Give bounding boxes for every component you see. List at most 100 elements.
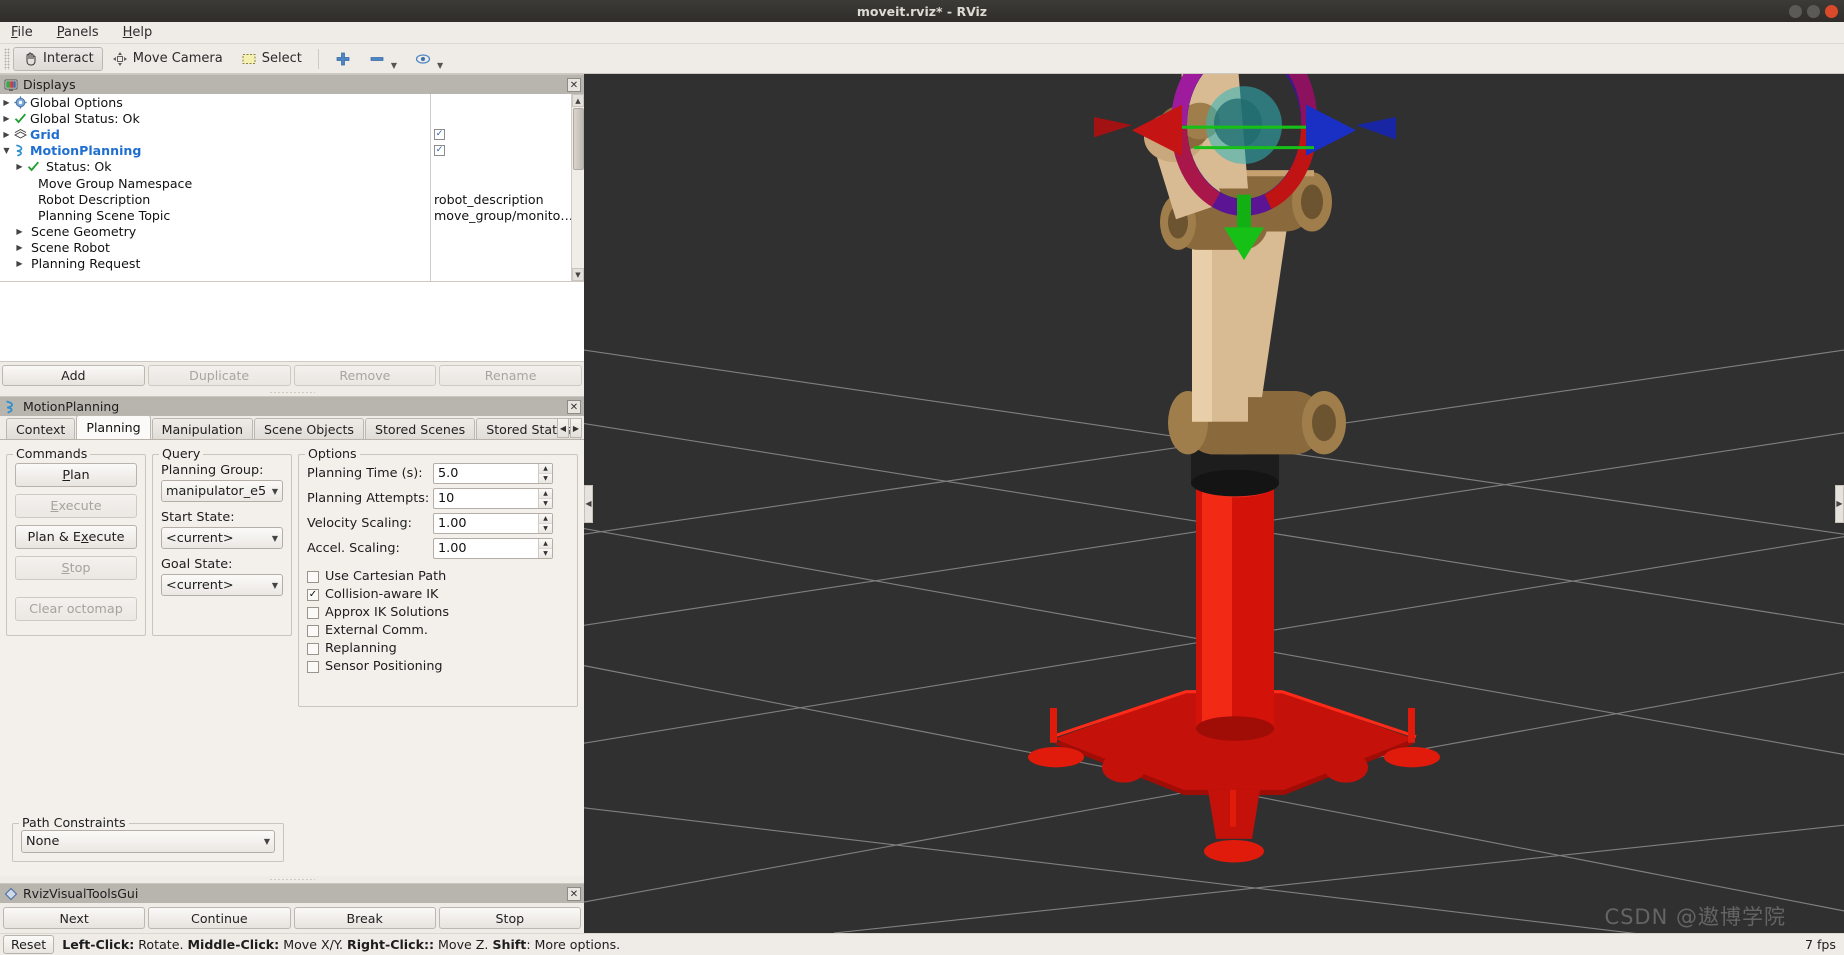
3d-viewport[interactable]: ◀ ▶ CSDN @遨博学院: [584, 74, 1844, 933]
tool-select[interactable]: Select: [232, 47, 311, 71]
tree-row-motionplanning[interactable]: ▼ MotionPlanning: [0, 143, 430, 159]
reset-button[interactable]: Reset: [3, 935, 55, 954]
close-icon[interactable]: ✕: [567, 887, 581, 901]
checkbox-replanning[interactable]: [307, 642, 319, 655]
tree-row-scene-geometry[interactable]: ▶ Scene Geometry: [0, 224, 430, 240]
close-icon[interactable]: ✕: [567, 400, 581, 414]
velocity-scaling-spinner[interactable]: 1.00 ▲ ▼: [433, 513, 553, 534]
spinner-down-icon[interactable]: ▼: [539, 474, 552, 483]
spinner-down-icon[interactable]: ▼: [539, 524, 552, 533]
tool-interact[interactable]: Interact: [13, 46, 103, 71]
execute-button[interactable]: Execute: [15, 494, 137, 518]
minimize-icon[interactable]: [1789, 4, 1802, 18]
use-cartesian-path-row[interactable]: Use Cartesian Path: [307, 569, 569, 584]
displays-tree[interactable]: ▶ Global Options ▶ Global Status: Ok ▶ G…: [0, 94, 584, 282]
rename-button[interactable]: Rename: [439, 365, 582, 386]
menu-file[interactable]: File: [8, 24, 36, 41]
start-state-select[interactable]: <current> ▼: [161, 527, 283, 549]
chevron-right-icon[interactable]: ▶: [13, 227, 26, 236]
dock-splitter[interactable]: [0, 876, 584, 883]
tab-stored-scenes[interactable]: Stored Scenes: [364, 418, 476, 439]
tree-row-global-options[interactable]: ▶ Global Options: [0, 94, 430, 110]
add-button[interactable]: Add: [2, 365, 145, 386]
menu-panels[interactable]: Panels: [54, 24, 102, 41]
checkbox-sensor-positioning[interactable]: [307, 660, 319, 673]
approx-ik-solutions-row[interactable]: Approx IK Solutions: [307, 605, 569, 620]
spinner-up-icon[interactable]: ▲: [539, 489, 552, 499]
goal-state-select[interactable]: <current> ▼: [161, 574, 283, 596]
spinner-up-icon[interactable]: ▲: [539, 464, 552, 474]
interactive-marker[interactable]: [1094, 74, 1396, 261]
plan-button[interactable]: Plan: [15, 463, 137, 487]
tab-scroll-left-icon[interactable]: ◀: [557, 418, 569, 438]
chevron-right-icon[interactable]: ▶: [13, 259, 26, 268]
clear-octomap-button[interactable]: Clear octomap: [15, 597, 137, 621]
chevron-right-icon[interactable]: ▶: [0, 98, 13, 107]
tree-value-robot-description[interactable]: robot_description: [431, 191, 584, 207]
spinner-arrows[interactable]: ▲ ▼: [538, 489, 552, 508]
viewport-collapse-left[interactable]: ◀: [584, 484, 593, 523]
spinner-arrows[interactable]: ▲ ▼: [538, 514, 552, 533]
tree-value-motionplanning-enabled[interactable]: ✓: [431, 143, 584, 159]
remove-button[interactable]: Remove: [293, 365, 437, 386]
sensor-positioning-row[interactable]: Sensor Positioning: [307, 659, 569, 674]
continue-button[interactable]: Continue: [148, 907, 291, 929]
tool-remove[interactable]: ▼: [360, 47, 406, 71]
replanning-row[interactable]: Replanning: [307, 641, 569, 656]
tab-scroll-right-icon[interactable]: ▶: [570, 418, 582, 438]
spinner-up-icon[interactable]: ▲: [539, 514, 552, 524]
toolbar-grip[interactable]: [4, 47, 10, 70]
close-icon[interactable]: [1825, 4, 1838, 18]
chevron-down-icon[interactable]: ▼: [0, 146, 13, 155]
viewport-collapse-right[interactable]: ▶: [1835, 484, 1844, 523]
tree-row-planning-request[interactable]: ▶ Planning Request: [0, 256, 430, 272]
chevron-right-icon[interactable]: ▶: [13, 243, 26, 252]
tree-row-global-status[interactable]: ▶ Global Status: Ok: [0, 110, 430, 126]
chevron-right-icon[interactable]: ▶: [0, 130, 13, 139]
tool-focus-camera[interactable]: ▼: [406, 47, 452, 71]
duplicate-button[interactable]: Duplicate: [147, 365, 291, 386]
spinner-up-icon[interactable]: ▲: [539, 539, 552, 549]
tree-value-planning-scene-topic[interactable]: move_group/monito…: [431, 207, 584, 223]
path-constraints-select[interactable]: None ▼: [21, 830, 275, 853]
scrollbar-thumb[interactable]: [573, 108, 584, 170]
plan-and-execute-button[interactable]: Plan & Ex ecute: [15, 525, 137, 549]
chevron-right-icon[interactable]: ▶: [13, 162, 26, 171]
menu-help[interactable]: Help: [120, 24, 156, 41]
tree-row-robot-description[interactable]: Robot Description: [0, 191, 430, 207]
checkbox-use-cartesian-path[interactable]: [307, 570, 319, 583]
tree-value-grid-enabled[interactable]: ✓: [431, 126, 584, 142]
tree-row-status[interactable]: ▶ Status: Ok: [0, 159, 430, 175]
spinner-down-icon[interactable]: ▼: [539, 499, 552, 508]
maximize-icon[interactable]: [1807, 4, 1820, 18]
close-icon[interactable]: ✕: [567, 78, 581, 92]
scroll-up-icon[interactable]: ▲: [572, 94, 584, 107]
planning-attempts-spinner[interactable]: 10 ▲ ▼: [433, 488, 553, 509]
dock-splitter[interactable]: [0, 389, 584, 396]
spinner-down-icon[interactable]: ▼: [539, 549, 552, 558]
collision-aware-ik-row[interactable]: ✓ Collision-aware IK: [307, 587, 569, 602]
checkbox-approx-ik-solutions[interactable]: [307, 606, 319, 619]
spinner-arrows[interactable]: ▲ ▼: [538, 464, 552, 483]
tab-manipulation[interactable]: Manipulation: [151, 418, 253, 439]
tool-move-camera[interactable]: Move Camera: [103, 47, 232, 71]
next-button[interactable]: Next: [3, 907, 146, 929]
external-comm-row[interactable]: External Comm.: [307, 623, 569, 638]
tab-scene-objects[interactable]: Scene Objects: [253, 418, 364, 439]
chevron-down-icon[interactable]: ▼: [437, 61, 443, 70]
spinner-arrows[interactable]: ▲ ▼: [538, 539, 552, 558]
tree-row-scene-robot[interactable]: ▶ Scene Robot: [0, 240, 430, 256]
checkbox-motionplanning[interactable]: ✓: [434, 145, 445, 157]
chevron-down-icon[interactable]: ▼: [391, 61, 397, 70]
tab-context[interactable]: Context: [6, 418, 76, 439]
break-button[interactable]: Break: [293, 907, 436, 929]
checkbox-external-comm[interactable]: [307, 624, 319, 637]
scroll-down-icon[interactable]: ▼: [572, 268, 584, 281]
tab-planning[interactable]: Planning: [76, 415, 151, 439]
tree-row-move-group-namespace[interactable]: Move Group Namespace: [0, 175, 430, 191]
accel-scaling-spinner[interactable]: 1.00 ▲ ▼: [433, 538, 553, 559]
stop-button[interactable]: Stop: [15, 556, 137, 580]
planning-time-spinner[interactable]: 5.0 ▲ ▼: [433, 463, 553, 484]
checkbox-collision-aware-ik[interactable]: ✓: [307, 588, 319, 601]
chevron-right-icon[interactable]: ▶: [0, 114, 13, 123]
